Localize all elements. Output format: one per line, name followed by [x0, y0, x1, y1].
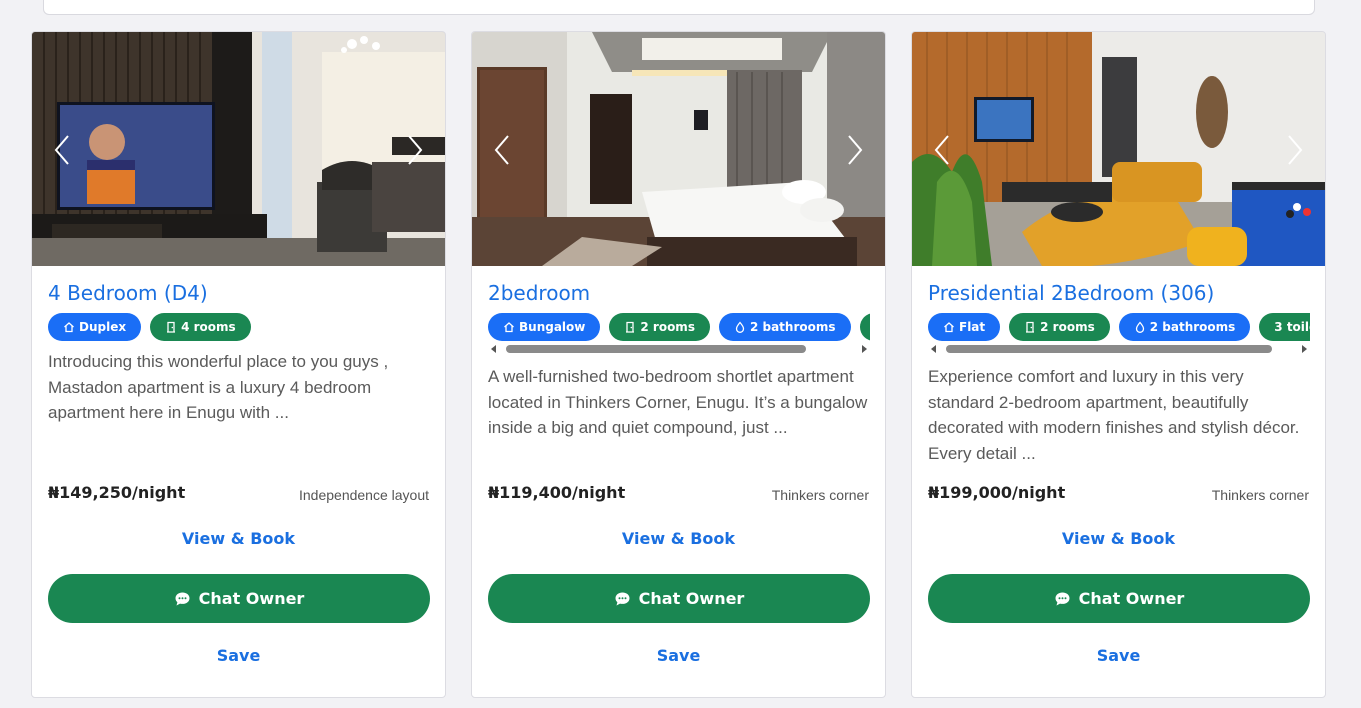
carousel-next-icon[interactable] — [403, 132, 427, 168]
listing-photo-carousel[interactable] — [472, 32, 885, 266]
tag-chip: Flat — [928, 313, 1001, 341]
chat-owner-label: Chat Owner — [198, 589, 305, 608]
chat-owner-button[interactable]: Chat Owner — [928, 574, 1310, 623]
home-icon — [64, 322, 74, 333]
listing-title[interactable]: 4 Bedroom (D4) — [48, 281, 208, 305]
tag-chip: 2 rooms — [1009, 313, 1110, 341]
listing-card: 4 Bedroom (D4) Duplex 4 rooms Introducin… — [31, 31, 446, 698]
tag-chip: 4 rooms — [150, 313, 251, 341]
listing-card: 2bedroom Bungalow 2 rooms 2 bathrooms A … — [471, 31, 886, 698]
home-icon — [504, 322, 514, 333]
save-button[interactable]: Save — [32, 646, 445, 665]
chat-owner-button[interactable]: Chat Owner — [488, 574, 870, 623]
scroll-thumb[interactable] — [946, 345, 1272, 353]
carousel-prev-icon[interactable] — [930, 132, 954, 168]
tag-chip: 3 toilets — [1259, 313, 1310, 341]
save-button[interactable]: Save — [472, 646, 885, 665]
listing-description: Introducing this wonderful place to you … — [48, 352, 389, 422]
tag-label: 3 toilets — [1274, 320, 1310, 334]
chat-bubble-icon — [615, 592, 630, 605]
view-book-button[interactable]: View & Book — [32, 529, 445, 548]
tag-chip: Bungalow — [488, 313, 601, 341]
save-button[interactable]: Save — [912, 646, 1325, 665]
listing-location: Thinkers corner — [1211, 487, 1309, 503]
tag-chip: Duplex — [48, 313, 142, 341]
listing-location: Thinkers corner — [771, 487, 869, 503]
carousel-next-icon[interactable] — [843, 132, 867, 168]
tag-label: 2 rooms — [1040, 320, 1095, 334]
scroll-left-icon[interactable] — [491, 345, 496, 353]
listing-card: Presidential 2Bedroom (306) Flat 2 rooms — [911, 31, 1326, 698]
tag-list: Bungalow 2 rooms 2 bathrooms 2 t — [488, 313, 870, 355]
listing-title[interactable]: 2bedroom — [488, 281, 590, 305]
lounge-photo — [912, 32, 1325, 266]
door-icon — [167, 321, 176, 333]
listing-photo-carousel[interactable] — [32, 32, 445, 266]
carousel-prev-icon[interactable] — [50, 132, 74, 168]
tag-chip: 2 t — [859, 313, 870, 341]
carousel-prev-icon[interactable] — [490, 132, 514, 168]
scroll-left-icon[interactable] — [931, 345, 936, 353]
listing-description: Experience comfort and luxury in this ve… — [928, 367, 1300, 463]
tag-label: Bungalow — [519, 320, 586, 334]
chat-owner-label: Chat Owner — [1078, 589, 1185, 608]
listing-location: Independence layout — [299, 487, 429, 503]
tag-label: 4 rooms — [181, 320, 236, 334]
home-icon — [944, 322, 954, 333]
tag-scrollbar[interactable] — [928, 343, 1310, 355]
tag-chip: 2 rooms — [609, 313, 710, 341]
view-book-button[interactable]: View & Book — [912, 529, 1325, 548]
living-room-photo — [32, 32, 445, 266]
tag-label: 2 rooms — [640, 320, 695, 334]
listing-price: ₦199,000/night — [928, 483, 1066, 502]
water-drop-icon — [735, 321, 745, 333]
scroll-right-icon[interactable] — [862, 345, 867, 353]
tag-label: Duplex — [79, 320, 127, 334]
chat-bubble-icon — [1055, 592, 1070, 605]
door-icon — [626, 321, 635, 333]
tag-list: Flat 2 rooms 2 bathrooms 3 toilets — [928, 313, 1310, 355]
carousel-next-icon[interactable] — [1283, 132, 1307, 168]
listing-title[interactable]: Presidential 2Bedroom (306) — [928, 281, 1214, 305]
tag-scrollbar[interactable] — [488, 343, 870, 355]
tag-label: 2 bathrooms — [1149, 320, 1236, 334]
door-icon — [1026, 321, 1035, 333]
water-drop-icon — [1135, 321, 1144, 333]
tag-chip: 2 bathrooms — [1118, 313, 1251, 341]
tag-label: 2 bathrooms — [749, 320, 836, 334]
bedroom-photo — [472, 32, 885, 266]
listing-photo-carousel[interactable] — [912, 32, 1325, 266]
listing-price: ₦119,400/night — [488, 483, 626, 502]
listing-description: A well-furnished two-bedroom shortlet ap… — [488, 367, 868, 437]
listing-price: ₦149,250/night — [48, 483, 186, 502]
chat-owner-button[interactable]: Chat Owner — [48, 574, 430, 623]
chat-owner-label: Chat Owner — [638, 589, 745, 608]
tag-chip: 2 bathrooms — [718, 313, 851, 341]
tag-label: Flat — [959, 320, 986, 334]
scroll-right-icon[interactable] — [1302, 345, 1307, 353]
chat-bubble-icon — [175, 592, 190, 605]
view-book-button[interactable]: View & Book — [472, 529, 885, 548]
search-panel — [43, 0, 1315, 15]
scroll-thumb[interactable] — [506, 345, 806, 353]
